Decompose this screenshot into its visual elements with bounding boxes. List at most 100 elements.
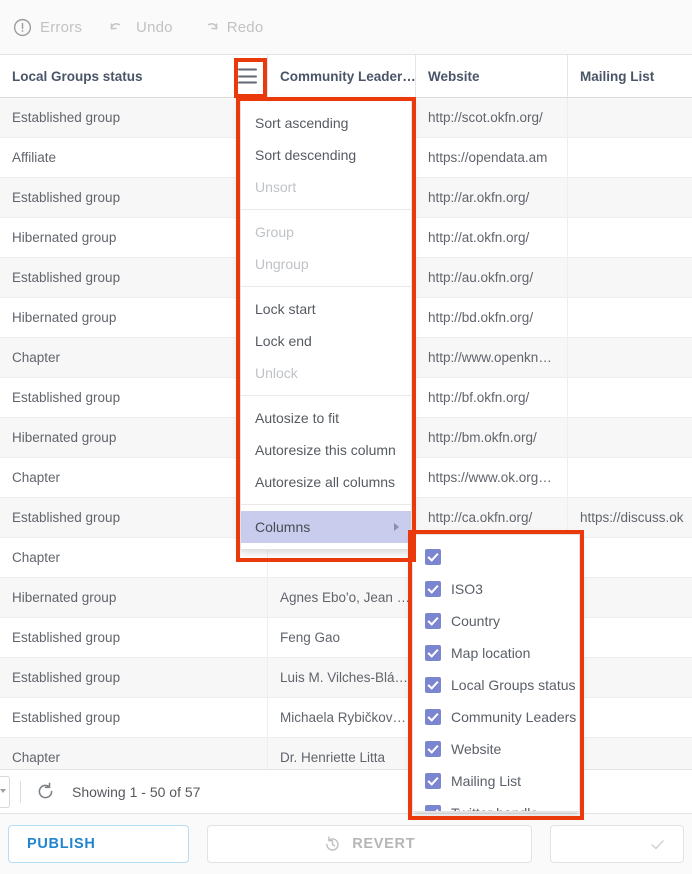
- cell-mailing-list[interactable]: [568, 378, 692, 417]
- menu-item-sort-ascending[interactable]: Sort ascending: [241, 107, 411, 139]
- checkbox-checked-icon[interactable]: [425, 613, 441, 629]
- table-row[interactable]: Established group Feng Gao: [0, 618, 692, 658]
- cell-mailing-list[interactable]: [568, 98, 692, 137]
- column-toggle-blank[interactable]: [413, 541, 579, 573]
- revert-button[interactable]: REVERT: [206, 825, 532, 863]
- checkbox-checked-icon[interactable]: [425, 581, 441, 597]
- cell-mailing-list[interactable]: [568, 458, 692, 497]
- column-toggle-iso3[interactable]: ISO3: [413, 573, 579, 605]
- cell-website[interactable]: http://ar.okfn.org/: [416, 178, 568, 217]
- pager-divider: [20, 780, 21, 803]
- table-row[interactable]: Established group Michaela Rybičkov…: [0, 698, 692, 738]
- showing-range-text: Showing 1 - 50 of 57: [72, 783, 201, 800]
- checkbox-checked-icon[interactable]: [425, 741, 441, 757]
- cell-website[interactable]: http://scot.okfn.org/: [416, 98, 568, 137]
- cell-community-leaders[interactable]: Dr. Henriette Litta: [268, 738, 416, 769]
- checkbox-checked-icon[interactable]: [425, 645, 441, 661]
- column-toggle-twitter-handle[interactable]: Twitter handle: [413, 797, 579, 811]
- column-toggle-website[interactable]: Website: [413, 733, 579, 765]
- cell-website[interactable]: https://www.ok.org…: [416, 458, 568, 497]
- revert-label: REVERT: [352, 836, 416, 852]
- menu-item-autosize-to-fit[interactable]: Autosize to fit: [241, 402, 411, 434]
- menu-item-autoresize-all-columns[interactable]: Autoresize all columns: [241, 466, 411, 498]
- cell-local-groups-status[interactable]: Chapter: [0, 458, 268, 497]
- menu-item-autoresize-this-column[interactable]: Autoresize this column: [241, 434, 411, 466]
- checkbox-checked-icon[interactable]: [425, 549, 441, 565]
- column-toggle-local-groups-status[interactable]: Local Groups status: [413, 669, 579, 701]
- cell-community-leaders[interactable]: Agnes Ebo'o, Jean …: [268, 578, 416, 617]
- cell-local-groups-status[interactable]: Hibernated group: [0, 218, 268, 257]
- cell-local-groups-status[interactable]: Affiliate: [0, 138, 268, 177]
- menu-item-columns[interactable]: Columns: [241, 511, 411, 543]
- undo-button[interactable]: Undo: [108, 17, 173, 38]
- menu-item-sort-descending[interactable]: Sort descending: [241, 139, 411, 171]
- cell-mailing-list[interactable]: [568, 738, 692, 769]
- cell-local-groups-status[interactable]: Established group: [0, 98, 268, 137]
- cell-mailing-list[interactable]: [568, 218, 692, 257]
- page-size-select[interactable]: [0, 775, 10, 808]
- checkbox-checked-icon[interactable]: [425, 805, 441, 811]
- cell-local-groups-status[interactable]: Established group: [0, 698, 268, 737]
- cell-mailing-list[interactable]: [568, 698, 692, 737]
- cell-website[interactable]: http://bm.okfn.org/: [416, 418, 568, 457]
- refresh-icon[interactable]: [35, 781, 56, 802]
- column-toggle-map-location[interactable]: Map location: [413, 637, 579, 669]
- cell-mailing-list[interactable]: [568, 578, 692, 617]
- cell-website[interactable]: https://opendata.am: [416, 138, 568, 177]
- cell-mailing-list[interactable]: [568, 258, 692, 297]
- errors-button[interactable]: Errors: [12, 17, 82, 38]
- column-header-community-leaders[interactable]: Community Leader…: [268, 55, 416, 97]
- column-toggle-country[interactable]: Country: [413, 605, 579, 637]
- column-header-mailing-list[interactable]: Mailing List: [568, 55, 692, 97]
- cell-website[interactable]: http://au.okfn.org/: [416, 258, 568, 297]
- column-header-website[interactable]: Website: [416, 55, 568, 97]
- cell-community-leaders[interactable]: Michaela Rybičkov…: [268, 698, 416, 737]
- cell-mailing-list[interactable]: [568, 538, 692, 577]
- cell-mailing-list[interactable]: [568, 298, 692, 337]
- cell-community-leaders[interactable]: Luis M. Vilches-Blá…: [268, 658, 416, 697]
- cell-mailing-list[interactable]: [568, 178, 692, 217]
- table-row[interactable]: Established group Luis M. Vilches-Blá…: [0, 658, 692, 698]
- menu-item-lock-start[interactable]: Lock start: [241, 293, 411, 325]
- cell-local-groups-status[interactable]: Established group: [0, 378, 268, 417]
- cell-website[interactable]: http://ca.okfn.org/: [416, 498, 568, 537]
- cell-local-groups-status[interactable]: Hibernated group: [0, 298, 268, 337]
- cell-local-groups-status[interactable]: Established group: [0, 618, 268, 657]
- column-header-local-groups-status[interactable]: Local Groups status: [0, 55, 268, 97]
- cell-website[interactable]: http://at.okfn.org/: [416, 218, 568, 257]
- cell-mailing-list[interactable]: [568, 618, 692, 657]
- cell-website[interactable]: http://bd.okfn.org/: [416, 298, 568, 337]
- redo-button[interactable]: Redo: [199, 17, 264, 38]
- checkbox-checked-icon[interactable]: [425, 773, 441, 789]
- cell-local-groups-status[interactable]: Hibernated group: [0, 578, 268, 617]
- publish-button[interactable]: PUBLISH: [8, 825, 189, 863]
- cell-local-groups-status[interactable]: Chapter: [0, 738, 268, 769]
- checkbox-checked-icon[interactable]: [425, 709, 441, 725]
- cell-mailing-list[interactable]: [568, 138, 692, 177]
- check-icon: [648, 835, 667, 854]
- column-toggle-label: Twitter handle: [451, 805, 538, 811]
- cell-local-groups-status[interactable]: Established group: [0, 658, 268, 697]
- cell-local-groups-status[interactable]: Established group: [0, 258, 268, 297]
- cell-local-groups-status[interactable]: Established group: [0, 498, 268, 537]
- menu-item-lock-end[interactable]: Lock end: [241, 325, 411, 357]
- cell-mailing-list[interactable]: [568, 658, 692, 697]
- confirm-button[interactable]: [549, 825, 684, 863]
- column-toggle-community-leaders[interactable]: Community Leaders: [413, 701, 579, 733]
- cell-mailing-list[interactable]: [568, 418, 692, 457]
- cell-website[interactable]: http://bf.okfn.org/: [416, 378, 568, 417]
- cell-mailing-list[interactable]: https://discuss.ok: [568, 498, 692, 537]
- checkbox-checked-icon[interactable]: [425, 677, 441, 693]
- cell-local-groups-status[interactable]: Hibernated group: [0, 418, 268, 457]
- cell-local-groups-status[interactable]: Established group: [0, 178, 268, 217]
- cell-mailing-list[interactable]: [568, 338, 692, 377]
- menu-item-ungroup: Ungroup: [255, 256, 309, 272]
- column-toggle-mailing-list[interactable]: Mailing List: [413, 765, 579, 797]
- cell-website[interactable]: http://www.openkn…: [416, 338, 568, 377]
- table-row[interactable]: Hibernated group Agnes Ebo'o, Jean …: [0, 578, 692, 618]
- column-menu-hamburger-icon[interactable]: [238, 68, 257, 84]
- cell-local-groups-status[interactable]: Chapter: [0, 538, 268, 577]
- table-row[interactable]: Chapter Dr. Henriette Litta: [0, 738, 692, 769]
- cell-community-leaders[interactable]: Feng Gao: [268, 618, 416, 657]
- cell-local-groups-status[interactable]: Chapter: [0, 338, 268, 377]
